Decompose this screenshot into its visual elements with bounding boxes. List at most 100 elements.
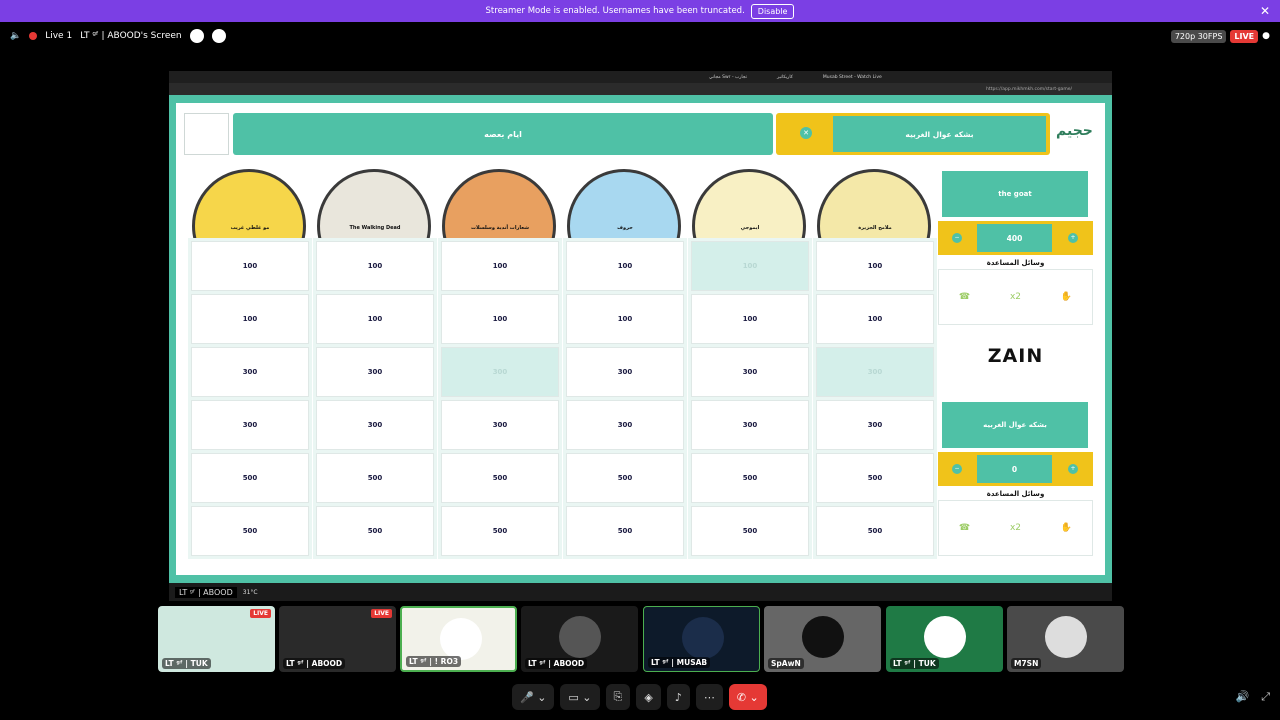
hand-icon[interactable]: ✋ (1061, 523, 1072, 533)
question-cell[interactable]: 500 (191, 453, 309, 503)
microphone-icon[interactable]: 🎤 ⌄ (512, 684, 555, 710)
question-cell[interactable]: 100 (191, 294, 309, 344)
participant-tile[interactable]: LT ᵍᶠ | MUSAB (643, 606, 760, 672)
question-cell[interactable]: 100 (691, 294, 809, 344)
category-tile[interactable]: ملامح الجزيرة (816, 167, 934, 241)
url-text: https://app.mikhmkh.com/start-game/ (986, 86, 1072, 92)
question-cell[interactable]: 300 (816, 400, 934, 450)
participant-tile[interactable]: LIVE LT ᵍᶠ | ABOOD (279, 606, 396, 672)
question-cell-used[interactable]: 300 (441, 347, 559, 397)
question-cell[interactable]: 100 (566, 294, 684, 344)
call-friend-icon[interactable]: ☎ (959, 523, 970, 533)
question-cell[interactable]: 100 (441, 241, 559, 291)
question-cell[interactable]: 100 (816, 294, 934, 344)
sponsor-logo: ZAIN (987, 345, 1044, 367)
question-cell[interactable]: 500 (191, 506, 309, 556)
category-tile[interactable]: حروف (566, 167, 684, 241)
question-cell[interactable]: 300 (566, 400, 684, 450)
decrease-score-button[interactable]: − (952, 233, 962, 243)
participant-tile[interactable]: LT ᵍᶠ | TUK (886, 606, 1003, 672)
question-cell[interactable]: 100 (566, 241, 684, 291)
participant-name: LT ᵍᶠ | ABOOD (283, 658, 346, 669)
increase-score-button[interactable]: + (1068, 464, 1078, 474)
question-cell-used[interactable]: 100 (691, 241, 809, 291)
question-cell[interactable]: 500 (816, 506, 934, 556)
weather-widget[interactable]: 31°C (243, 589, 258, 596)
corner-controls: 🔊 ⤢ (1235, 690, 1270, 704)
participant-tile[interactable]: M7SN (1007, 606, 1124, 672)
question-cell[interactable]: 500 (691, 453, 809, 503)
question-cell[interactable]: 500 (316, 506, 434, 556)
team-name: the goat (942, 171, 1088, 217)
question-cell[interactable]: 500 (441, 506, 559, 556)
question-cell[interactable]: 500 (316, 453, 434, 503)
browser-tab[interactable]: Musab Street - Watch Live (823, 75, 882, 80)
participant-name: LT ᵍᶠ | MUSAB (648, 657, 711, 668)
question-cell[interactable]: 300 (191, 400, 309, 450)
participant-name: LT ᵍᶠ | TUK (162, 658, 211, 669)
speaker-icon[interactable]: 🔈 (10, 31, 21, 41)
participant-tile[interactable]: LT ᵍᶠ | ! RO3 (400, 606, 517, 672)
participant-tile[interactable]: LIVE LT ᵍᶠ | TUK (158, 606, 275, 672)
fullscreen-icon[interactable]: ⤢ (1261, 690, 1270, 704)
browser-tab[interactable]: كاريكاتير (777, 75, 793, 80)
question-cell[interactable]: 100 (816, 241, 934, 291)
browser-tab[interactable]: مجاني Swr - تجارب (709, 75, 747, 80)
increase-score-button[interactable]: + (1068, 233, 1078, 243)
activity-icon[interactable]: ◈ (636, 684, 661, 710)
participant-name: LT ᵍᶠ | ! RO3 (406, 656, 462, 667)
question-cell[interactable]: 100 (191, 241, 309, 291)
question-cell[interactable]: 300 (316, 400, 434, 450)
close-icon[interactable]: ✕ (1260, 4, 1270, 18)
participant-tile[interactable]: SpAwN (764, 606, 881, 672)
question-cell[interactable]: 100 (316, 294, 434, 344)
question-cell[interactable]: 500 (566, 506, 684, 556)
participant-tile[interactable]: LT ᵍᶠ | ABOOD (521, 606, 638, 672)
current-team-turn: ✕ بشكه عوال الغربيه (776, 113, 1050, 155)
viewer-avatar (189, 29, 204, 43)
double-points-icon[interactable]: x2 (1010, 292, 1021, 302)
category-label: ملامح الجزيرة (858, 225, 892, 231)
question-cell[interactable]: 300 (316, 347, 434, 397)
disable-streamer-mode-button[interactable]: Disable (750, 3, 795, 19)
double-points-icon[interactable]: x2 (1010, 523, 1021, 533)
call-friend-icon[interactable]: ☎ (959, 292, 970, 302)
question-cell[interactable]: 300 (691, 347, 809, 397)
volume-icon[interactable]: 🔊 (1235, 690, 1249, 704)
participant-name: LT ᵍᶠ | TUK (890, 658, 939, 669)
stream-title: LT ᵍᶠ | ABOOD's Screen (80, 31, 182, 41)
category-tile[interactable]: مو غلطي غريب (191, 167, 309, 241)
screen-share-icon[interactable]: ⎘ (605, 684, 631, 710)
question-cell[interactable]: 300 (441, 400, 559, 450)
category-tile[interactable]: The Walking Dead (316, 167, 434, 241)
question-cell[interactable]: 300 (691, 400, 809, 450)
game-area: ايام بعصه ✕ بشكه عوال الغربيه حجيم مو غل… (169, 95, 1112, 583)
camera-off-icon[interactable]: ▭ ⌄ (560, 684, 600, 710)
question-cell[interactable]: 300 (191, 347, 309, 397)
decrease-score-button[interactable]: − (952, 464, 962, 474)
menu-button[interactable] (184, 113, 229, 155)
chat-icon[interactable]: ● (1262, 31, 1270, 41)
avatar (440, 618, 482, 660)
hand-icon[interactable]: ✋ (1061, 292, 1072, 302)
question-cell[interactable]: 100 (316, 241, 434, 291)
live-dot-icon (29, 32, 38, 40)
score-bar: − 400 + (938, 221, 1093, 255)
question-cell[interactable]: 500 (816, 453, 934, 503)
helpers-label: وسائل المساعدة (986, 259, 1045, 267)
question-cell[interactable]: 100 (441, 294, 559, 344)
question-cell[interactable]: 500 (691, 506, 809, 556)
live-badge: LIVE (250, 609, 271, 618)
avatar (802, 616, 844, 658)
question-cell[interactable]: 300 (566, 347, 684, 397)
category-tile[interactable]: شعارات أندية وسلسلات (441, 167, 559, 241)
question-cell[interactable]: 500 (566, 453, 684, 503)
soundboard-icon[interactable]: ♪ (666, 684, 690, 710)
more-options-icon[interactable]: ⋯ (695, 684, 723, 710)
question-cell[interactable]: 500 (441, 453, 559, 503)
category-tile[interactable]: ايموجي (691, 167, 809, 241)
leave-call-button[interactable]: ✆ ⌄ (728, 684, 767, 710)
browser-address-bar[interactable]: https://app.mikhmkh.com/start-game/ (169, 83, 1112, 95)
close-icon[interactable]: ✕ (800, 127, 812, 139)
question-cell-used[interactable]: 300 (816, 347, 934, 397)
